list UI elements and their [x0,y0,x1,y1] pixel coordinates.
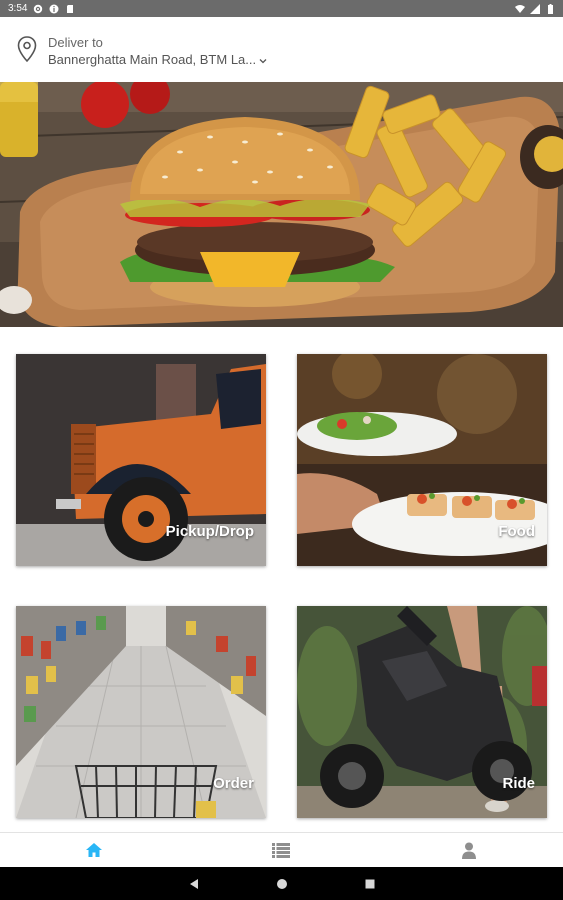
service-label: Ride [502,775,535,792]
list-icon [272,842,291,858]
nav-list[interactable] [251,833,311,868]
status-left: 3:54 [8,3,75,14]
service-label: Pickup/Drop [165,523,254,540]
home-icon [85,843,102,857]
service-card-pickup-drop[interactable]: Pickup/Drop [16,354,266,566]
battery-icon [548,3,553,14]
status-time: 3:54 [8,3,28,14]
back-button[interactable] [185,875,203,893]
settings-icon [34,4,43,13]
burger-banner-image [0,82,563,327]
service-card-food[interactable]: Food [297,354,547,566]
wifi-icon [515,4,525,13]
chevron-down-icon [259,59,267,64]
service-label: Food [498,523,535,540]
address-selector[interactable]: Bannerghatta Main Road, BTM La... [48,52,268,67]
bottom-navigation [0,832,563,867]
nav-profile[interactable] [439,833,499,868]
service-card-ride[interactable]: Ride [297,606,547,818]
info-icon [49,4,59,13]
delivery-header: Deliver to Bannerghatta Main Road, BTM L… [0,17,563,82]
back-icon [189,878,198,889]
home-circle-icon [276,878,287,889]
address-text: Bannerghatta Main Road, BTM La... [48,52,257,67]
service-label: Order [213,775,254,792]
home-button[interactable] [273,875,291,893]
hero-banner[interactable] [0,82,563,327]
location-pin-icon [17,36,37,63]
system-navigation-bar [0,867,563,900]
nav-home[interactable] [64,833,124,868]
signal-icon [530,3,540,14]
status-right [515,3,555,14]
recents-icon [365,879,374,888]
person-icon [462,842,477,859]
status-bar: 3:54 [0,0,563,17]
recents-button[interactable] [361,875,379,893]
sd-card-icon [67,4,74,13]
service-card-order[interactable]: Order [16,606,266,818]
deliver-to-label: Deliver to [48,35,103,50]
